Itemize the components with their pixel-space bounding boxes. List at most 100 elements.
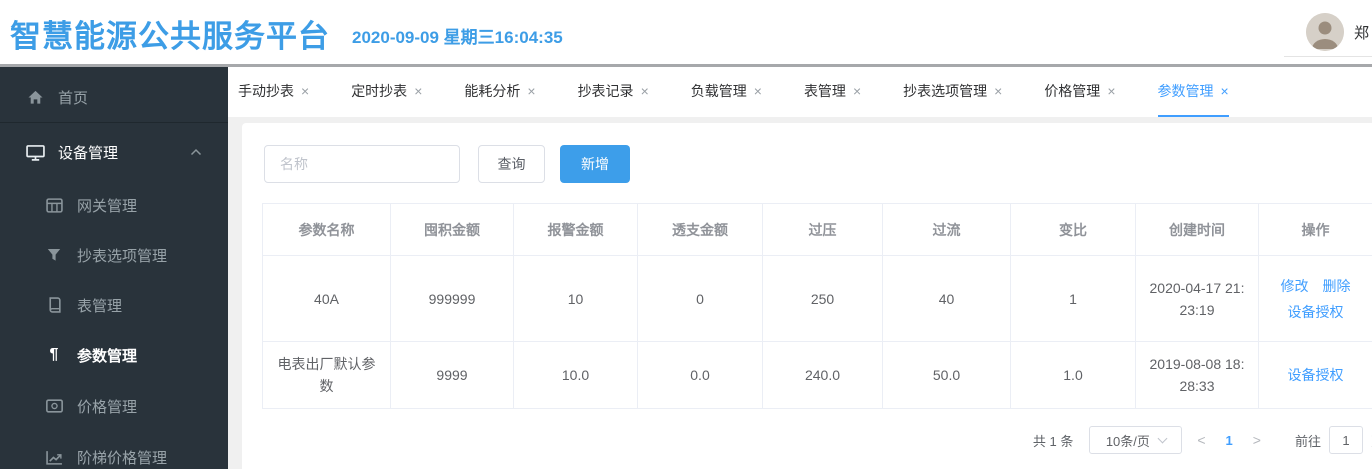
chevron-down-icon <box>1157 433 1168 443</box>
sidebar-divider <box>0 122 228 123</box>
sidebar-item-label: 阶梯价格管理 <box>77 449 168 467</box>
table-cell: 40 <box>883 256 1011 342</box>
app-title: 智慧能源公共服务平台 <box>10 19 330 54</box>
next-page-icon[interactable]: > <box>1238 432 1276 448</box>
tab-close-icon[interactable]: × <box>754 83 762 99</box>
col-header-param-name: 参数名称 <box>263 204 391 256</box>
tab-close-icon[interactable]: × <box>853 83 861 99</box>
sidebar-item-meter-management[interactable]: 表管理 <box>0 280 228 330</box>
tab-price-management[interactable]: 价格管理 × <box>1044 67 1115 117</box>
tab-bar: 手动抄表 × 定时抄表 × 能耗分析 × 抄表记录 × 负载管理 × 表管理 ×… <box>228 67 1372 117</box>
table-cell-created-time: 2019-08-08 18:28:33 <box>1136 342 1259 409</box>
col-header-overcurrent: 过流 <box>883 204 1011 256</box>
tab-meter-management[interactable]: 表管理 × <box>804 67 861 117</box>
sidebar-item-tiered-price-management[interactable]: 阶梯价格管理 <box>0 432 228 469</box>
table-cell-actions: 设备授权 <box>1259 342 1372 409</box>
tab-close-icon[interactable]: × <box>641 83 649 99</box>
col-header-alarm-amount: 报警金额 <box>514 204 638 256</box>
avatar[interactable] <box>1306 13 1344 51</box>
sidebar: 首页 设备管理 网关管理 抄表选项管理 表管理 ¶ 参数管理 价格管理 阶梯价格… <box>0 67 228 469</box>
sidebar-item-price-management[interactable]: 价格管理 <box>0 381 228 431</box>
search-input[interactable] <box>264 145 460 183</box>
table-cell: 250 <box>763 256 883 342</box>
table-cell: 电表出厂默认参数 <box>263 342 391 409</box>
chevron-up-icon <box>190 148 202 156</box>
sidebar-item-label: 首页 <box>58 89 89 107</box>
tab-label: 抄表记录 <box>577 83 634 99</box>
tab-manual-meter-reading[interactable]: 手动抄表 × <box>238 67 309 117</box>
pilcrow-icon: ¶ <box>49 346 59 363</box>
device-authorize-link[interactable]: 设备授权 <box>1288 301 1344 323</box>
col-header-hoard-amount: 囤积金额 <box>391 204 514 256</box>
table-cell: 10.0 <box>514 342 638 409</box>
table-cell: 9999 <box>391 342 514 409</box>
tab-energy-analysis[interactable]: 能耗分析 × <box>464 67 535 117</box>
col-header-ratio: 变比 <box>1011 204 1136 256</box>
col-header-created-time: 创建时间 <box>1136 204 1259 256</box>
tab-close-icon[interactable]: × <box>414 83 422 99</box>
page-size-select[interactable]: 10条/页 <box>1089 426 1183 454</box>
tab-load-management[interactable]: 负载管理 × <box>691 67 762 117</box>
page-number[interactable]: 1 <box>1221 433 1238 448</box>
sidebar-group-label: 设备管理 <box>58 144 119 162</box>
total-count: 共 1 条 <box>1032 433 1074 449</box>
filter-funnel-icon <box>44 248 64 262</box>
app-header: 智慧能源公共服务平台 2020-09-09 星期三16:04:35 郑 <box>0 0 1372 64</box>
tab-close-icon[interactable]: × <box>527 83 535 99</box>
sidebar-item-meter-reading-options[interactable]: 抄表选项管理 <box>0 230 228 280</box>
tab-label: 定时抄表 <box>351 83 408 99</box>
user-divider <box>1284 56 1372 57</box>
table-cell-actions: 修改 删除 设备授权 <box>1259 256 1372 342</box>
tab-scheduled-meter-reading[interactable]: 定时抄表 × <box>351 67 422 117</box>
sidebar-item-home[interactable]: 首页 <box>0 72 228 122</box>
avatar-photo <box>1306 13 1344 51</box>
sidebar-item-label: 价格管理 <box>77 398 138 416</box>
sidebar-item-label: 参数管理 <box>77 347 138 365</box>
trend-chart-icon <box>44 450 64 465</box>
col-header-overvoltage: 过压 <box>763 204 883 256</box>
tab-meter-reading-records[interactable]: 抄表记录 × <box>578 67 649 117</box>
sidebar-item-label: 抄表选项管理 <box>77 247 168 265</box>
sidebar-group-device-management[interactable]: 设备管理 <box>0 127 228 177</box>
page-size-value: 10条/页 <box>1105 433 1150 449</box>
add-button[interactable]: 新增 <box>560 145 630 183</box>
sidebar-item-label: 表管理 <box>77 297 123 315</box>
col-header-actions: 操作 <box>1259 204 1372 256</box>
goto-page-input[interactable] <box>1328 426 1363 454</box>
user-name[interactable]: 郑 <box>1354 22 1369 43</box>
parameter-panel: 查询 新增 参数名称 囤积金额 报警金额 透支金额 过压 过流 变比 创建时间 … <box>242 123 1372 469</box>
device-authorize-link[interactable]: 设备授权 <box>1288 364 1344 386</box>
query-button[interactable]: 查询 <box>478 145 545 183</box>
tab-close-icon[interactable]: × <box>301 83 309 99</box>
parameter-table: 参数名称 囤积金额 报警金额 透支金额 过压 过流 变比 创建时间 操作 40A… <box>262 203 1372 409</box>
tab-close-icon[interactable]: × <box>1221 83 1229 99</box>
sidebar-item-parameter-management[interactable]: ¶ 参数管理 <box>0 330 228 380</box>
tab-meter-reading-options[interactable]: 抄表选项管理 × <box>903 67 1002 117</box>
tab-parameter-management[interactable]: 参数管理 × <box>1157 67 1229 117</box>
header-datetime: 2020-09-09 星期三16:04:35 <box>352 28 563 47</box>
money-icon <box>44 399 64 413</box>
tab-label: 参数管理 <box>1157 83 1214 99</box>
sidebar-item-gateway-management[interactable]: 网关管理 <box>0 180 228 230</box>
table-cell: 50.0 <box>883 342 1011 409</box>
tab-label: 价格管理 <box>1044 83 1101 99</box>
table-cell: 40A <box>263 256 391 342</box>
col-header-overdraft-amount: 透支金额 <box>638 204 763 256</box>
delete-link[interactable]: 删除 <box>1323 275 1351 297</box>
tab-close-icon[interactable]: × <box>994 83 1002 99</box>
table-cell: 1 <box>1011 256 1136 342</box>
home-icon <box>25 89 45 106</box>
table-cell: 1.0 <box>1011 342 1136 409</box>
tab-label: 表管理 <box>803 83 846 99</box>
table-cell: 240.0 <box>763 342 883 409</box>
table-cell: 0.0 <box>638 342 763 409</box>
pagination: 共 1 条 10条/页 < 1 > 前往 页 <box>1033 426 1372 454</box>
prev-page-icon[interactable]: < <box>1182 432 1220 448</box>
book-icon <box>44 297 64 313</box>
tab-close-icon[interactable]: × <box>1107 83 1115 99</box>
tab-label: 手动抄表 <box>238 83 294 99</box>
table-cell: 10 <box>514 256 638 342</box>
modify-link[interactable]: 修改 <box>1281 275 1309 297</box>
goto-label: 前往 <box>1294 433 1321 449</box>
table-cell-created-time: 2020-04-17 21:23:19 <box>1136 256 1259 342</box>
